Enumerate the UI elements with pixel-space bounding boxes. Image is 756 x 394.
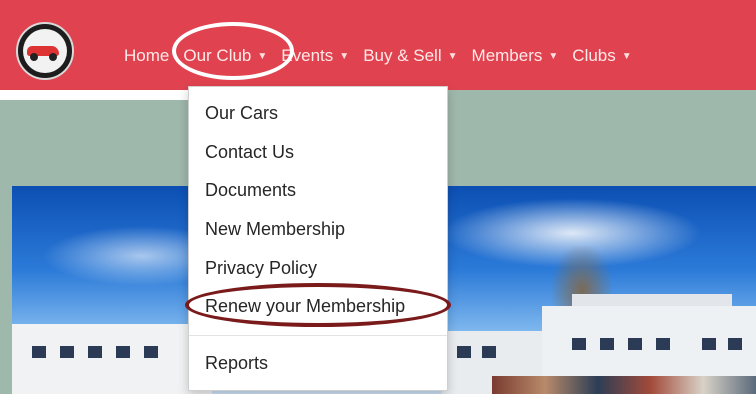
menu-item-new-membership[interactable]: New Membership	[205, 219, 345, 240]
window	[572, 338, 586, 350]
building	[12, 324, 212, 394]
our-club-dropdown-menu: Our Cars Contact Us Documents New Member…	[185, 86, 451, 391]
caret-down-icon: ▼	[548, 50, 559, 62]
menu-item-contact-us[interactable]: Contact Us	[205, 142, 294, 163]
window	[60, 346, 74, 358]
nav-item-clubs[interactable]: Clubs ▼	[572, 46, 631, 66]
annotation-circle-renew	[185, 283, 451, 327]
window	[457, 346, 471, 358]
menu-item-reports[interactable]: Reports	[205, 353, 268, 374]
window	[116, 346, 130, 358]
window	[32, 346, 46, 358]
nav-item-buy-sell[interactable]: Buy & Sell ▼	[363, 46, 457, 66]
club-logo[interactable]	[16, 22, 74, 80]
logo-wheel-icon	[49, 53, 57, 61]
nav-item-label: Home	[124, 46, 170, 65]
window	[88, 346, 102, 358]
nav-underline-band	[0, 90, 188, 100]
menu-item-documents[interactable]: Documents	[205, 180, 296, 201]
logo-wheel-icon	[30, 53, 38, 61]
nav-item-label: Clubs	[572, 46, 616, 65]
window	[600, 338, 614, 350]
menu-divider	[189, 335, 447, 336]
caret-down-icon: ▼	[339, 50, 350, 62]
parked-cars	[492, 376, 756, 394]
window	[482, 346, 496, 358]
menu-item-our-cars[interactable]: Our Cars	[205, 103, 278, 124]
nav-item-members[interactable]: Members ▼	[472, 46, 559, 66]
top-navbar: Home Our Club ▼ Events ▼ Buy & Sell ▼ Me…	[0, 0, 756, 90]
caret-down-icon: ▼	[447, 50, 458, 62]
nav-item-home[interactable]: Home	[124, 46, 169, 66]
annotation-circle-our-club	[172, 22, 294, 80]
caret-down-icon: ▼	[621, 50, 632, 62]
window	[728, 338, 742, 350]
window	[144, 346, 158, 358]
nav-item-label: Buy & Sell	[363, 46, 442, 65]
window	[628, 338, 642, 350]
window	[702, 338, 716, 350]
window	[656, 338, 670, 350]
nav-item-label: Members	[471, 46, 543, 65]
menu-item-privacy-policy[interactable]: Privacy Policy	[205, 258, 317, 279]
